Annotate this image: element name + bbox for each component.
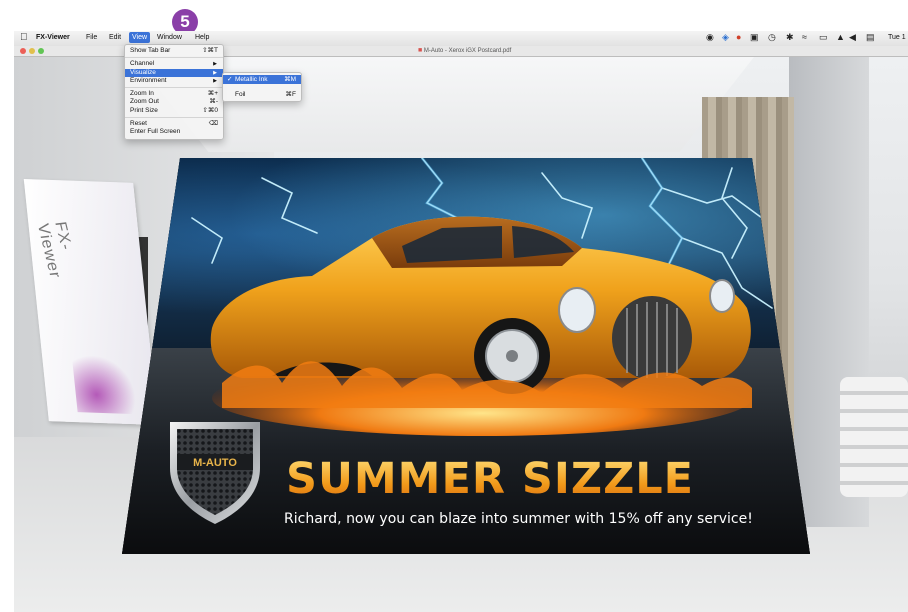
menu-item-label: Visualize — [130, 68, 156, 76]
logo-text: M-AUTO — [193, 457, 237, 469]
menu-window[interactable]: Window — [157, 34, 182, 41]
menu-item-label: Print Size — [130, 106, 158, 114]
postcard-subline: Richard, now you can blaze into summer w… — [284, 511, 753, 527]
checkmark-icon: ✓ — [227, 76, 233, 83]
airplay-icon[interactable]: ▭ — [819, 32, 828, 43]
visualize-submenu: ✓ Metallic Ink ⌘M Foil ⌘F — [222, 72, 302, 102]
apple-menu-icon[interactable]:  — [20, 32, 28, 43]
submenu-item-label: Foil — [235, 91, 246, 98]
wifi-icon[interactable]: ≈ — [802, 32, 807, 42]
submenu-arrow-icon: ▶ — [213, 61, 217, 68]
submenu-item-shortcut: ⌘M — [284, 76, 296, 83]
submenu-item-foil[interactable]: Foil ⌘F — [223, 90, 301, 99]
menu-item-enter-full-screen[interactable]: Enter Full Screen — [125, 128, 223, 136]
menu-item-label: Zoom In — [130, 90, 154, 98]
window-title-text: M-Auto - Xerox iGX Postcard.pdf — [423, 48, 512, 54]
board-swirl-graphic — [71, 351, 148, 415]
submenu-item-label: Metallic Ink — [235, 76, 268, 83]
menu-item-zoom-out[interactable]: Zoom Out ⌘- — [125, 98, 223, 106]
menu-item-label: Enter Full Screen — [130, 128, 181, 136]
menu-separator — [125, 57, 223, 59]
status-folder-icon[interactable]: ▣ — [750, 32, 759, 43]
menu-item-label: Zoom Out — [130, 98, 159, 106]
menu-file[interactable]: File — [86, 34, 97, 41]
menu-item-environment[interactable]: Environment ▶ — [125, 77, 223, 85]
m-auto-logo-badge: M-AUTO — [170, 422, 260, 524]
bluetooth-icon[interactable]: ✱ — [786, 32, 794, 43]
status-shield-icon[interactable]: ◈ — [722, 32, 729, 43]
menu-item-shortcut: ⌫ — [208, 120, 218, 128]
menu-item-print-size[interactable]: Print Size ⇧⌘0 — [125, 107, 223, 115]
submenu-item-shortcut: ⌘F — [285, 91, 296, 98]
submenu-item-metallic-ink[interactable]: ✓ Metallic Ink ⌘M — [223, 75, 301, 84]
menu-item-zoom-in[interactable]: Zoom In ⌘+ — [125, 90, 223, 98]
status-app-icon[interactable]: ◉ — [706, 32, 714, 43]
menu-item-label: Reset — [130, 120, 147, 128]
time-machine-icon[interactable]: ◷ — [768, 32, 776, 43]
background-board-text: FX-Viewer — [33, 220, 75, 280]
zoom-window-icon[interactable] — [38, 48, 44, 54]
menu-item-label: Environment — [130, 76, 167, 84]
menu-view[interactable]: View — [129, 32, 151, 43]
view-menu-dropdown: Show Tab Bar ⇧⌘T Channel ▶ Visualize ▶ E… — [124, 44, 224, 140]
volume-icon[interactable]: ◀ — [849, 32, 856, 43]
menu-item-shortcut: ⇧⌘0 — [202, 106, 218, 114]
hot-rod-car-image — [210, 216, 752, 436]
eject-icon[interactable]: ▲ — [836, 32, 845, 42]
menu-item-channel[interactable]: Channel ▶ — [125, 60, 223, 68]
menu-item-shortcut: ⌘- — [209, 98, 218, 106]
app-menu[interactable]: FX-Viewer — [36, 34, 70, 41]
pdf-file-icon: ■ — [418, 47, 423, 54]
menu-separator — [125, 117, 223, 119]
menu-edit[interactable]: Edit — [109, 34, 121, 41]
menu-separator — [125, 87, 223, 89]
menu-item-label: Channel — [130, 60, 155, 68]
menu-item-shortcut: ⇧⌘T — [202, 47, 218, 54]
submenu-arrow-icon: ▶ — [213, 77, 217, 84]
menu-item-show-tab-bar[interactable]: Show Tab Bar ⇧⌘T — [125, 47, 223, 55]
menu-help[interactable]: Help — [195, 34, 209, 41]
menu-item-visualize[interactable]: Visualize ▶ — [125, 68, 223, 77]
menu-item-label: Show Tab Bar — [130, 47, 171, 54]
room-radiator — [840, 377, 908, 497]
window-title: ■ M-Auto - Xerox iGX Postcard.pdf — [418, 47, 511, 54]
status-record-icon[interactable]: ● — [736, 32, 741, 42]
display-icon[interactable]: ▤ — [866, 32, 875, 43]
postcard-preview[interactable]: M-AUTO SUMMER SIZZLE Richard, now you ca… — [122, 158, 810, 554]
minimize-window-icon[interactable] — [29, 48, 35, 54]
postcard-headline: SUMMER SIZZLE — [286, 454, 695, 504]
close-window-icon[interactable] — [20, 48, 26, 54]
submenu-arrow-icon: ▶ — [213, 69, 217, 76]
menubar-clock[interactable]: Tue 1 — [888, 34, 906, 41]
menu-item-reset[interactable]: Reset ⌫ — [125, 120, 223, 128]
